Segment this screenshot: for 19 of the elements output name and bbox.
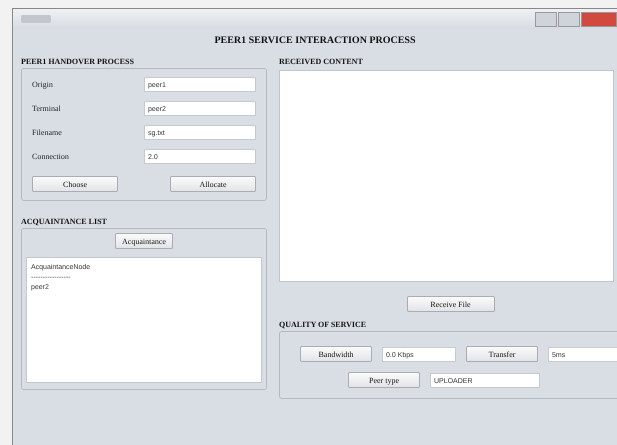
maximize-button[interactable]: [558, 12, 580, 26]
close-button[interactable]: [581, 12, 617, 26]
section-title: PEER1 HANDOVER PROCESS: [21, 57, 135, 66]
field-label: Connection: [32, 152, 69, 161]
field-label: Filename: [32, 128, 62, 137]
action-button[interactable]: Choose: [32, 176, 118, 192]
receive-button[interactable]: Receive File: [406, 296, 494, 312]
field-label: Origin: [32, 80, 53, 89]
qos-button[interactable]: Transfer: [466, 346, 538, 362]
qos-button[interactable]: Peer type: [348, 372, 420, 388]
qos-button[interactable]: Bandwidth: [300, 346, 372, 362]
window-title: PEER1 SERVICE INTERACTION PROCESS: [213, 34, 417, 48]
field-label: Terminal: [32, 104, 61, 113]
acquaintance-button[interactable]: Acquaintance: [115, 233, 173, 249]
section-title: QUALITY OF SERVICE: [279, 320, 368, 329]
section-title: RECEIVED CONTENT: [279, 57, 364, 66]
section-title: ACQUAINTANCE LIST: [21, 217, 108, 226]
action-button[interactable]: Allocate: [170, 176, 256, 192]
minimize-button[interactable]: [535, 12, 557, 26]
